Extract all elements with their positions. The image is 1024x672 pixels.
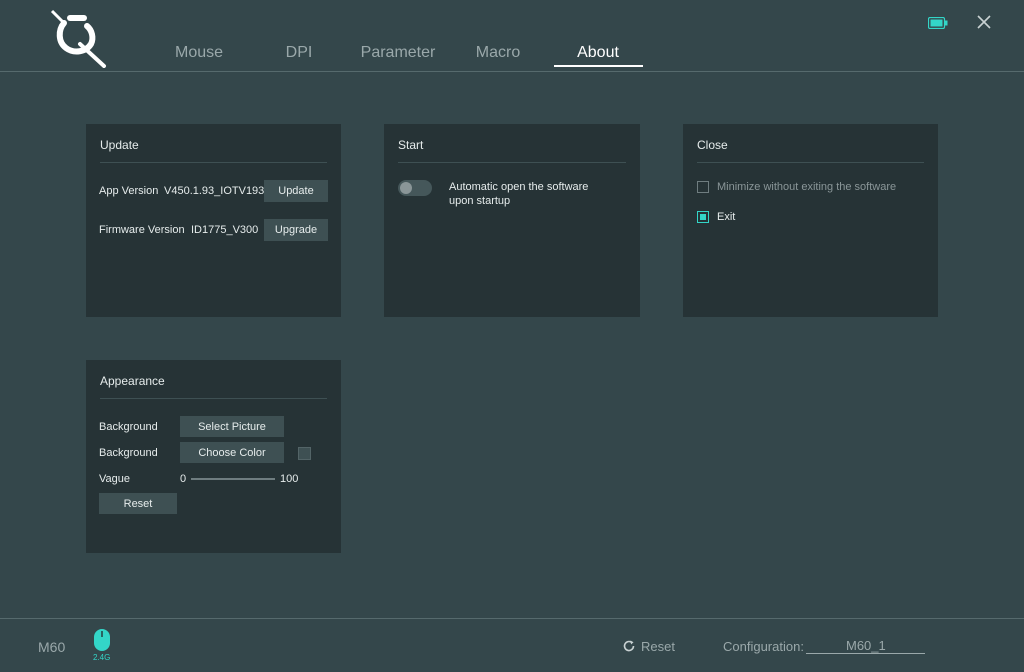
app-version-label: App Version: [99, 185, 159, 197]
app-logo: [50, 9, 106, 68]
vague-label: Vague: [99, 473, 130, 485]
appearance-panel: Appearance Background Select Picture Bac…: [86, 360, 341, 553]
panel-divider: [100, 162, 327, 163]
toggle-knob: [400, 182, 412, 194]
tab-parameter[interactable]: Parameter: [361, 44, 436, 62]
color-swatch[interactable]: [298, 447, 311, 460]
auto-open-label-line2: upon startup: [449, 195, 511, 207]
minimize-label: Minimize without exiting the software: [717, 181, 897, 193]
vague-min-value: 0: [180, 473, 187, 485]
start-panel: Start Automatic open the software upon s…: [384, 124, 640, 317]
panel-divider: [100, 398, 327, 399]
upgrade-button[interactable]: Upgrade: [264, 219, 328, 241]
close-panel-title: Close: [697, 138, 728, 152]
auto-open-label-line1: Automatic open the software: [449, 181, 589, 193]
footer-divider: [0, 618, 1024, 619]
tab-macro[interactable]: Macro: [476, 44, 520, 62]
tab-mouse[interactable]: Mouse: [175, 44, 223, 62]
active-tab-indicator: [554, 65, 643, 67]
start-panel-title: Start: [398, 138, 424, 152]
reset-icon[interactable]: [622, 639, 636, 653]
vague-slider[interactable]: [191, 478, 275, 480]
panel-divider: [697, 162, 924, 163]
tab-about[interactable]: About: [577, 44, 619, 62]
close-icon[interactable]: [975, 13, 993, 31]
update-panel-title: Update: [100, 138, 139, 152]
exit-checkbox[interactable]: [697, 211, 709, 223]
exit-label: Exit: [717, 211, 736, 223]
update-panel: Update App Version V450.1.93_IOTV193 Upd…: [86, 124, 341, 317]
battery-icon: [928, 17, 948, 29]
tab-dpi[interactable]: DPI: [286, 44, 313, 62]
background-color-label: Background: [99, 447, 158, 459]
appearance-reset-button[interactable]: Reset: [99, 493, 177, 514]
footer-reset-button[interactable]: Reset: [641, 639, 675, 654]
app-version-value: V450.1.93_IOTV193: [164, 185, 265, 197]
configuration-underline: [806, 653, 925, 654]
close-panel: Close Minimize without exiting the softw…: [683, 124, 938, 317]
configuration-value[interactable]: M60_1: [846, 638, 886, 653]
select-picture-button[interactable]: Select Picture: [180, 416, 284, 437]
minimize-checkbox[interactable]: [697, 181, 709, 193]
firmware-version-value: ID1775_V300: [191, 224, 259, 236]
firmware-version-label: Firmware Version: [99, 224, 185, 236]
mouse-icon: [94, 629, 110, 651]
connection-label: 2.4G: [93, 653, 111, 662]
choose-color-button[interactable]: Choose Color: [180, 442, 284, 463]
device-name: M60: [38, 639, 66, 655]
panel-divider: [398, 162, 626, 163]
background-picture-label: Background: [99, 421, 158, 433]
update-button[interactable]: Update: [264, 180, 328, 202]
auto-open-toggle[interactable]: [398, 180, 432, 196]
header-divider: [0, 71, 1024, 72]
configuration-label: Configuration:: [723, 639, 804, 654]
vague-max-value: 100: [280, 473, 299, 485]
appearance-panel-title: Appearance: [100, 374, 165, 388]
